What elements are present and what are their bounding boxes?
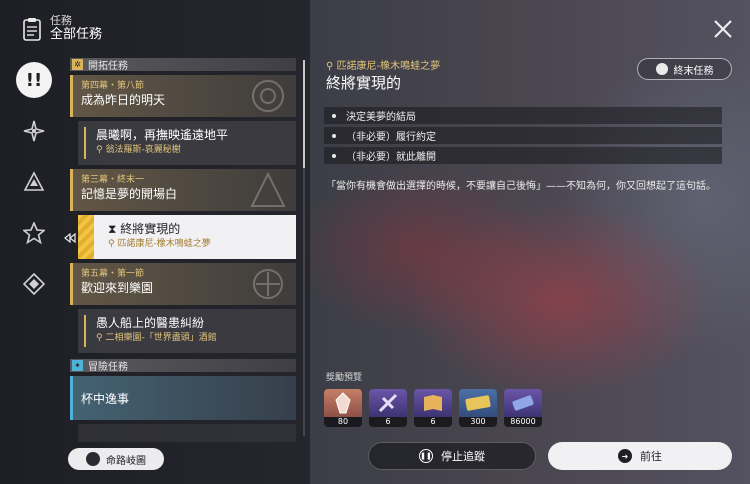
hourglass-icon: ⧗ bbox=[108, 222, 121, 236]
diamond-star-icon bbox=[23, 120, 45, 142]
chapter-emblem-icon bbox=[252, 80, 284, 112]
quest-item[interactable]: 晨曦啊，再撫映遙遠地平 ⚲ 翁法羅斯-哀麗秘榭 bbox=[78, 121, 296, 165]
bullet-icon bbox=[332, 133, 336, 138]
chapter-item[interactable]: 第四幕・第八節 成為昨日的明天 bbox=[70, 75, 296, 117]
chapter-emblem-icon bbox=[253, 269, 283, 299]
reward-item[interactable]: 86000 bbox=[504, 389, 542, 427]
rewards-label: 獎勵預覽 bbox=[326, 373, 363, 383]
pause-icon: ❚❚ bbox=[419, 449, 433, 463]
rail-tab-4[interactable] bbox=[14, 213, 54, 253]
ending-quest-button[interactable]: 終末任務 bbox=[637, 58, 732, 80]
location-pin-icon: ⚲ bbox=[326, 61, 337, 72]
book-icon bbox=[414, 389, 452, 417]
objective-item: （非必要）就此離開 bbox=[324, 147, 722, 164]
page-title: 全部任務 bbox=[50, 27, 103, 42]
trailblaze-icon: ✲ bbox=[72, 59, 83, 70]
rail-tab-all[interactable]: !! bbox=[14, 60, 54, 100]
weapon-material-icon bbox=[369, 389, 407, 417]
section-header-adventure: ✦ 冒險任務 bbox=[70, 359, 296, 373]
chapter-item[interactable]: 第五幕・第一節 歡迎來到樂園 bbox=[70, 263, 296, 305]
stellar-jade-icon bbox=[324, 389, 362, 417]
scrollbar-thumb[interactable] bbox=[303, 60, 305, 168]
objective-item: 決定美夢的結局 bbox=[324, 107, 722, 124]
path-map-button[interactable]: 命路岐圖 bbox=[68, 448, 164, 470]
diamond-icon bbox=[23, 273, 45, 295]
quest-item-selected[interactable]: ⧗ 終將實現的 ⚲ 匹諾康尼-橡木鳴蛙之夢 bbox=[78, 215, 296, 259]
chapter-item[interactable]: 第三幕・終末一 記憶是夢的開場白 bbox=[70, 169, 296, 211]
objective-item: （非必要）履行約定 bbox=[324, 127, 722, 144]
clipboard-icon bbox=[23, 17, 41, 41]
reward-list: 80 6 6 300 86000 bbox=[324, 389, 549, 427]
stop-tracking-button[interactable]: ❚❚ 停止追蹤 bbox=[368, 442, 536, 470]
rail-tab-3[interactable] bbox=[14, 162, 54, 202]
page-header: 任務 全部任務 bbox=[22, 14, 102, 43]
header-category: 任務 bbox=[50, 14, 72, 27]
star-icon bbox=[23, 222, 45, 244]
quest-item-partial[interactable] bbox=[78, 424, 296, 442]
rail-tab-2[interactable] bbox=[14, 111, 54, 151]
reward-item[interactable]: 6 bbox=[414, 389, 452, 427]
quest-description: 「當你有機會做出選擇的時候，不要讓自己後悔」——不知為何，你又回想起了這句話。 bbox=[326, 181, 716, 192]
bullet-icon bbox=[332, 113, 336, 118]
rail-tab-5[interactable] bbox=[14, 264, 54, 304]
credit-icon bbox=[504, 389, 542, 417]
quest-title: 終將實現的 bbox=[326, 74, 402, 92]
bullet-icon bbox=[332, 153, 336, 158]
reward-item[interactable]: 6 bbox=[369, 389, 407, 427]
go-button[interactable]: ➜ 前往 bbox=[548, 442, 732, 470]
category-rail: !! bbox=[14, 60, 54, 315]
triangle-icon bbox=[23, 171, 45, 191]
ticket-icon bbox=[459, 389, 497, 417]
arrow-right-icon: ➜ bbox=[618, 449, 632, 463]
adventure-icon: ✦ bbox=[72, 360, 83, 371]
path-map-icon bbox=[86, 452, 100, 466]
section-header-trailblaze: ✲ 開拓任務 bbox=[70, 58, 296, 72]
reward-item[interactable]: 300 bbox=[459, 389, 497, 427]
quest-item-adventure[interactable]: 杯中逸事 bbox=[70, 376, 296, 420]
selection-arrow-icon bbox=[64, 232, 76, 244]
chapter-emblem-icon bbox=[250, 172, 286, 207]
exclamation-icon: !! bbox=[16, 62, 52, 98]
quest-location: ⚲ 匹諾康尼-橡木鳴蛙之夢 bbox=[326, 61, 441, 72]
quest-item[interactable]: 愚人船上的醫患糾紛 ⚲ 二相樂園-「世界盡頭」酒館 bbox=[78, 309, 296, 353]
reward-item[interactable]: 80 bbox=[324, 389, 362, 427]
ending-quest-icon bbox=[655, 63, 668, 75]
quest-list: ✲ 開拓任務 第四幕・第八節 成為昨日的明天 晨曦啊，再撫映遙遠地平 ⚲ 翁法羅… bbox=[70, 58, 296, 442]
close-icon[interactable] bbox=[712, 18, 734, 40]
objective-list: 決定美夢的結局 （非必要）履行約定 （非必要）就此離開 bbox=[324, 107, 722, 167]
